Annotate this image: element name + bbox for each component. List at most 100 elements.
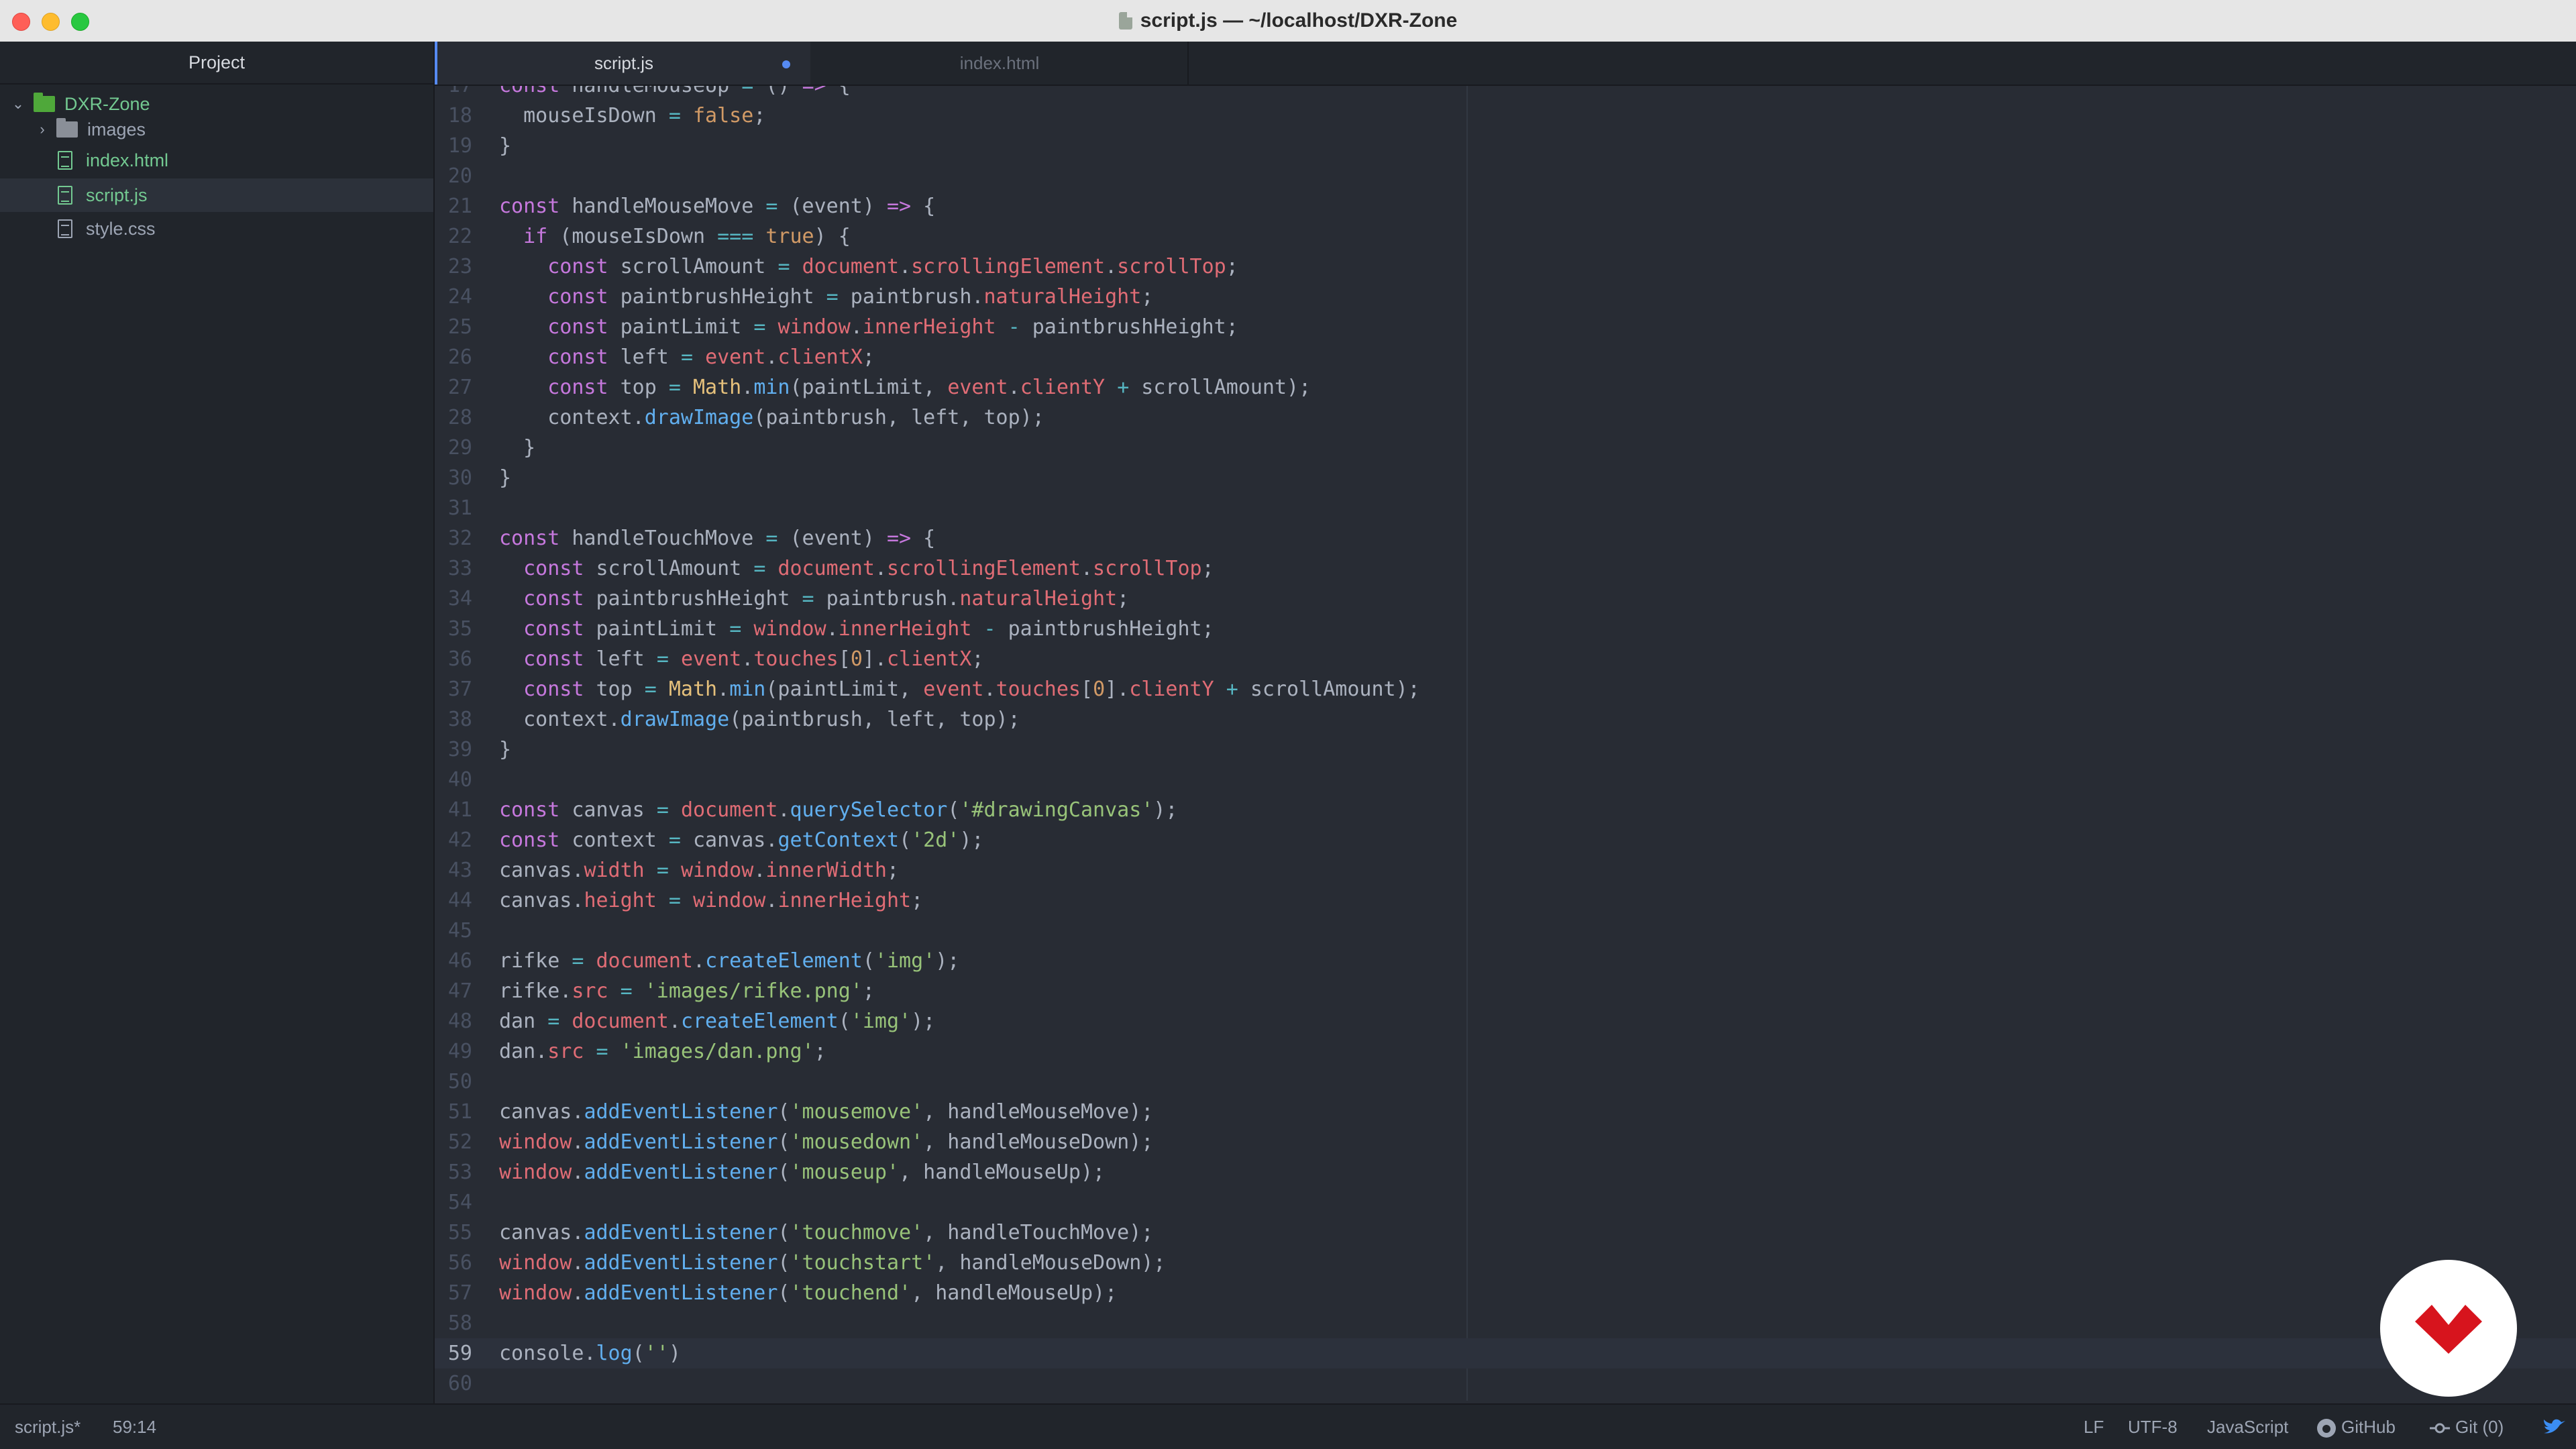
tree-item-images[interactable]: › images: [0, 113, 433, 146]
code-line[interactable]: 18 mouseIsDown = false;: [435, 101, 2576, 131]
code-line[interactable]: 27 const top = Math.min(paintLimit, even…: [435, 372, 2576, 402]
code-line[interactable]: 21 const handleMouseMove = (event) => {: [435, 191, 2576, 221]
line-number[interactable]: 20: [435, 161, 472, 191]
line-number[interactable]: 54: [435, 1187, 472, 1218]
line-number[interactable]: 42: [435, 825, 472, 855]
line-number[interactable]: 53: [435, 1157, 472, 1187]
line-number[interactable]: 18: [435, 101, 472, 131]
line-number[interactable]: 46: [435, 946, 472, 976]
code-line[interactable]: 39}: [435, 735, 2576, 765]
line-number[interactable]: 24: [435, 282, 472, 312]
tree-item-index-html[interactable]: index.html: [0, 144, 433, 177]
code-line[interactable]: 44 canvas.height = window.innerHeight;: [435, 885, 2576, 916]
code-line[interactable]: 22 if (mouseIsDown === true) {: [435, 221, 2576, 252]
status-github[interactable]: GitHub: [2317, 1405, 2396, 1449]
tab-script-js[interactable]: script.js: [435, 42, 810, 85]
code-line[interactable]: 42 const context = canvas.getContext('2d'…: [435, 825, 2576, 855]
code-line[interactable]: 38 context.drawImage(paintbrush, left, t…: [435, 704, 2576, 735]
line-number[interactable]: 51: [435, 1097, 472, 1127]
code-line[interactable]: 40: [435, 765, 2576, 795]
code-line[interactable]: 41 const canvas = document.querySelector(…: [435, 795, 2576, 825]
code-line[interactable]: 24 const paintbrushHeight = paintbrush.n…: [435, 282, 2576, 312]
line-number[interactable]: 55: [435, 1218, 472, 1248]
line-number[interactable]: 31: [435, 493, 472, 523]
code-line[interactable]: 43 canvas.width = window.innerWidth;: [435, 855, 2576, 885]
line-number[interactable]: 43: [435, 855, 472, 885]
code-line[interactable]: 32 const handleTouchMove = (event) => {: [435, 523, 2576, 553]
code-line[interactable]: 28 context.drawImage(paintbrush, left, t…: [435, 402, 2576, 433]
line-number[interactable]: 40: [435, 765, 472, 795]
line-number[interactable]: 19: [435, 131, 472, 161]
line-number[interactable]: 57: [435, 1278, 472, 1308]
line-number[interactable]: 38: [435, 704, 472, 735]
line-number[interactable]: 44: [435, 885, 472, 916]
code-line[interactable]: 25 const paintLimit = window.innerHeight…: [435, 312, 2576, 342]
code-line[interactable]: 45: [435, 916, 2576, 946]
status-file[interactable]: script.js*: [15, 1405, 80, 1449]
chevron-right-icon[interactable]: ›: [32, 121, 52, 138]
code-line[interactable]: 52 window.addEventListener('mousedown', h…: [435, 1127, 2576, 1157]
code-line[interactable]: 58: [435, 1308, 2576, 1338]
line-number[interactable]: 26: [435, 342, 472, 372]
code-line[interactable]: 51 canvas.addEventListener('mousemove', h…: [435, 1097, 2576, 1127]
code-line[interactable]: 57 window.addEventListener('touchend', ha…: [435, 1278, 2576, 1308]
code-line[interactable]: 20: [435, 161, 2576, 191]
line-number[interactable]: 59: [435, 1338, 472, 1368]
code-line[interactable]: 30}: [435, 463, 2576, 493]
line-number[interactable]: 17: [435, 86, 472, 101]
line-number[interactable]: 47: [435, 976, 472, 1006]
line-number[interactable]: 60: [435, 1368, 472, 1399]
line-number[interactable]: 37: [435, 674, 472, 704]
code-line[interactable]: 31: [435, 493, 2576, 523]
code-line[interactable]: 26 const left = event.clientX;: [435, 342, 2576, 372]
line-number[interactable]: 35: [435, 614, 472, 644]
sidebar-header[interactable]: Project: [0, 42, 433, 85]
line-number[interactable]: 33: [435, 553, 472, 584]
tree-item-script-js[interactable]: script.js: [0, 178, 433, 212]
status-line-ending[interactable]: LF: [2084, 1405, 2104, 1449]
code-lines[interactable]: 17 const handleMouseUp = () => {18 mouseI…: [435, 86, 2576, 1399]
line-number[interactable]: 29: [435, 433, 472, 463]
line-number[interactable]: 52: [435, 1127, 472, 1157]
line-number[interactable]: 49: [435, 1036, 472, 1067]
line-number[interactable]: 36: [435, 644, 472, 674]
code-line[interactable]: 33 const scrollAmount = document.scrolli…: [435, 553, 2576, 584]
code-line[interactable]: 48 dan = document.createElement('img');: [435, 1006, 2576, 1036]
code-line[interactable]: 37 const top = Math.min(paintLimit, even…: [435, 674, 2576, 704]
line-number[interactable]: 56: [435, 1248, 472, 1278]
code-line[interactable]: 19}: [435, 131, 2576, 161]
line-number[interactable]: 28: [435, 402, 472, 433]
code-line[interactable]: 59 console.log(''): [435, 1338, 2576, 1368]
code-line[interactable]: 53 window.addEventListener('mouseup', han…: [435, 1157, 2576, 1187]
code-line[interactable]: 23 const scrollAmount = document.scrolli…: [435, 252, 2576, 282]
line-number[interactable]: 25: [435, 312, 472, 342]
status-grammar[interactable]: JavaScript: [2207, 1405, 2288, 1449]
code-line[interactable]: 55 canvas.addEventListener('touchmove', h…: [435, 1218, 2576, 1248]
code-line[interactable]: 34 const paintbrushHeight = paintbrush.n…: [435, 584, 2576, 614]
code-line[interactable]: 49 dan.src = 'images/dan.png';: [435, 1036, 2576, 1067]
chevron-down-icon[interactable]: ⌄: [8, 95, 28, 113]
code-line[interactable]: 47 rifke.src = 'images/rifke.png';: [435, 976, 2576, 1006]
code-line[interactable]: 60: [435, 1368, 2576, 1399]
code-line[interactable]: 54: [435, 1187, 2576, 1218]
line-number[interactable]: 34: [435, 584, 472, 614]
line-number[interactable]: 32: [435, 523, 472, 553]
tab-index-html[interactable]: index.html: [812, 42, 1189, 85]
code-line[interactable]: 36 const left = event.touches[0].clientX…: [435, 644, 2576, 674]
line-number[interactable]: 22: [435, 221, 472, 252]
code-line[interactable]: 46 rifke = document.createElement('img');: [435, 946, 2576, 976]
code-line[interactable]: 56 window.addEventListener('touchstart', …: [435, 1248, 2576, 1278]
line-number[interactable]: 39: [435, 735, 472, 765]
line-number[interactable]: 30: [435, 463, 472, 493]
tree-item-style-css[interactable]: style.css: [0, 212, 433, 246]
line-number[interactable]: 27: [435, 372, 472, 402]
line-number[interactable]: 50: [435, 1067, 472, 1097]
status-cursor-position[interactable]: 59:14: [113, 1405, 156, 1449]
code-line[interactable]: 35 const paintLimit = window.innerHeight…: [435, 614, 2576, 644]
line-number[interactable]: 45: [435, 916, 472, 946]
code-line[interactable]: 17 const handleMouseUp = () => {: [435, 86, 2576, 101]
line-number[interactable]: 41: [435, 795, 472, 825]
modified-indicator-icon[interactable]: [782, 60, 790, 68]
code-line[interactable]: 29 }: [435, 433, 2576, 463]
line-number[interactable]: 21: [435, 191, 472, 221]
